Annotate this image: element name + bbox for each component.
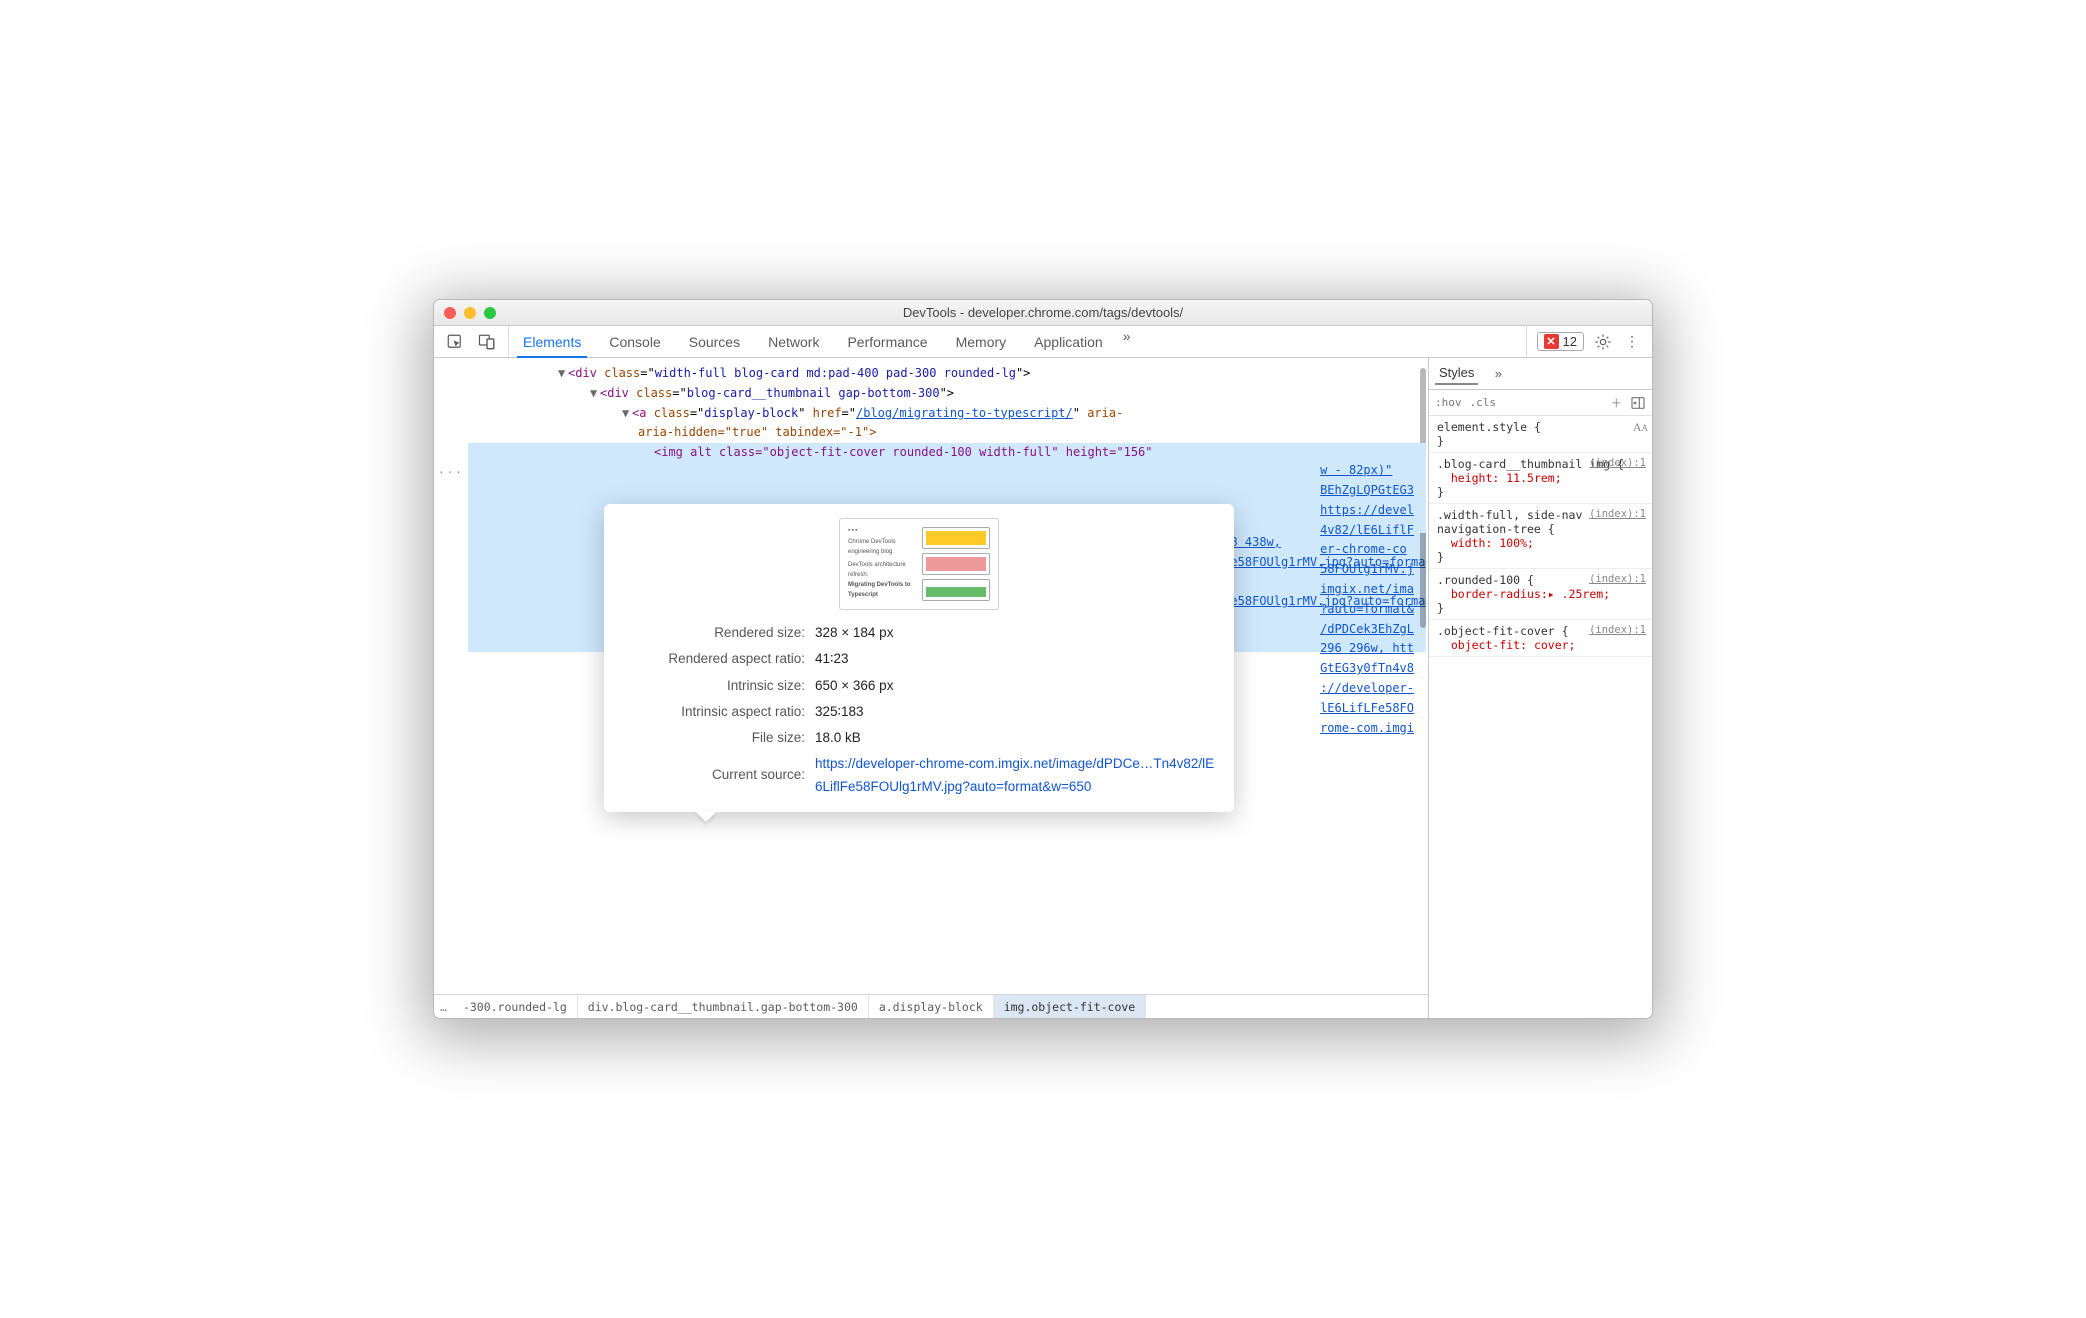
sidebar-toggle-icon[interactable]: [1630, 395, 1646, 411]
mini-block-icon: [922, 527, 990, 549]
filter-cls[interactable]: .cls: [1470, 396, 1497, 409]
tooltip-label: Intrinsic size:: [620, 671, 815, 697]
tooltip-value-link[interactable]: https://developer-chrome-com.imgix.net/i…: [815, 749, 1218, 798]
tooltip-value: 18.0 kB: [815, 723, 1218, 749]
srcset-frag: https://devel: [1320, 501, 1414, 521]
style-rule[interactable]: AA element.style { }: [1429, 416, 1652, 453]
devtools-window: DevTools - developer.chrome.com/tags/dev…: [433, 299, 1653, 1019]
thumb-line: Migrating DevTools to Typescript: [848, 581, 916, 601]
panel-tabs: Elements Console Sources Network Perform…: [509, 326, 1137, 357]
zoom-icon[interactable]: [484, 307, 496, 319]
style-rule[interactable]: (index):1 .blog-card__thumbnail img { he…: [1429, 453, 1652, 504]
breadcrumb-ellipsis-icon[interactable]: …: [434, 1000, 453, 1014]
tooltip-label: File size:: [620, 723, 815, 749]
minimize-icon[interactable]: [464, 307, 476, 319]
srcset-frag: w - 82px)": [1320, 461, 1414, 481]
srcset-frag: BEhZgLQPGtEG3: [1320, 481, 1414, 501]
device-toolbar-icon[interactable]: [478, 333, 496, 351]
error-counter[interactable]: ✕12: [1537, 332, 1584, 351]
class-value: display-block: [704, 406, 798, 420]
rule-body: border-radius:▸ .25rem;: [1451, 587, 1610, 601]
mini-block-icon: [922, 579, 990, 601]
rule-source[interactable]: (index):1: [1589, 457, 1646, 469]
tooltip-label: Rendered size:: [620, 618, 815, 644]
styles-filter-row: :hov .cls ＋: [1429, 390, 1652, 416]
style-rule[interactable]: (index):1 .width-full, side-nav navigati…: [1429, 504, 1652, 569]
tab-elements[interactable]: Elements: [509, 326, 595, 357]
dom-tree[interactable]: ··· ▼<div class="width-full blog-card md…: [434, 358, 1428, 994]
image-hover-tooltip: ● ● ● Chrome DevTools engineering blog D…: [604, 504, 1234, 812]
tooltip-value: 328 × 184 px: [815, 618, 1218, 644]
rule-body: width: 100%;: [1451, 536, 1534, 550]
tooltip-label: Rendered aspect ratio:: [620, 644, 815, 670]
thumb-line: Chrome DevTools engineering blog: [848, 538, 916, 558]
style-rules: AA element.style { } (index):1 .blog-car…: [1429, 416, 1652, 1018]
tooltip-value: 325∶183: [815, 697, 1218, 723]
style-rule[interactable]: (index):1 .object-fit-cover { object-fit…: [1429, 620, 1652, 657]
devtools-toolbar: Elements Console Sources Network Perform…: [434, 326, 1652, 358]
close-icon[interactable]: [444, 307, 456, 319]
rule-source[interactable]: (index):1: [1589, 573, 1646, 585]
rule-selector: .rounded-100: [1437, 573, 1527, 587]
kebab-icon[interactable]: ⋮: [1622, 332, 1642, 352]
gutter-ellipsis-icon[interactable]: ···: [438, 464, 464, 482]
elements-panel: ··· ▼<div class="width-full blog-card md…: [434, 358, 1428, 1018]
gear-icon[interactable]: [1594, 333, 1612, 351]
tooltip-label: Intrinsic aspect ratio:: [620, 697, 815, 723]
tab-styles[interactable]: Styles: [1435, 362, 1478, 385]
rule-source[interactable]: (index):1: [1589, 624, 1646, 636]
attr-trail: aria-hidden="true" tabindex="-1">: [638, 425, 876, 439]
style-rule[interactable]: (index):1 .rounded-100 { border-radius:▸…: [1429, 569, 1652, 620]
rule-selector: element.style: [1437, 420, 1534, 434]
rule-selector: .object-fit-cover: [1437, 624, 1562, 638]
srcset-frag: 58FOUlg1rMV.j: [1320, 560, 1414, 580]
thumb-line: DevTools architecture refresh:: [848, 561, 916, 581]
class-value: blog-card__thumbnail gap-bottom-300: [687, 386, 940, 400]
tab-performance[interactable]: Performance: [833, 326, 941, 357]
srcset-frag: ?auto=format&: [1320, 600, 1414, 620]
srcset-frag: /dPDCek3EhZgL: [1320, 620, 1414, 640]
srcset-frag: ://developer-: [1320, 679, 1414, 699]
tab-network[interactable]: Network: [754, 326, 833, 357]
window-title: DevTools - developer.chrome.com/tags/dev…: [434, 305, 1652, 320]
fonts-icon[interactable]: AA: [1633, 420, 1648, 435]
more-sidetabs-icon[interactable]: »: [1488, 364, 1508, 384]
srcset-frag: lE6LifLFe58FO: [1320, 699, 1414, 719]
tab-console[interactable]: Console: [595, 326, 674, 357]
srcset-frag: 4v82/lE6LiflF: [1320, 521, 1414, 541]
window-titlebar: DevTools - developer.chrome.com/tags/dev…: [434, 300, 1652, 326]
styles-sidebar: Styles » :hov .cls ＋ AA element.style { …: [1428, 358, 1652, 1018]
breadcrumb-item[interactable]: -300.rounded-lg: [453, 995, 578, 1018]
srcset-frag: er-chrome-co: [1320, 540, 1414, 560]
breadcrumb-item-active[interactable]: img.object-fit-cove: [994, 995, 1147, 1018]
tooltip-value: 650 × 366 px: [815, 671, 1218, 697]
error-count: 12: [1563, 334, 1577, 349]
rule-source[interactable]: (index):1: [1589, 508, 1646, 520]
new-rule-icon[interactable]: ＋: [1611, 395, 1623, 411]
tooltip-value: 41∶23: [815, 644, 1218, 670]
mini-block-icon: [922, 553, 990, 575]
tab-memory[interactable]: Memory: [942, 326, 1021, 357]
srcset-frag: rome-com.imgi: [1320, 719, 1414, 739]
rule-body: height: 11.5rem;: [1451, 471, 1562, 485]
class-value: width-full blog-card md:pad-400 pad-300 …: [655, 366, 1016, 380]
srcset-frag: GtEG3y0fTn4v8: [1320, 659, 1414, 679]
rule-body: object-fit: cover;: [1451, 638, 1576, 652]
srcset-frag: 296 296w, htt: [1320, 639, 1414, 659]
filter-hov[interactable]: :hov: [1435, 396, 1462, 409]
breadcrumb-bar: … -300.rounded-lg div.blog-card__thumbna…: [434, 994, 1428, 1018]
tab-application[interactable]: Application: [1020, 326, 1117, 357]
href-value[interactable]: /blog/migrating-to-typescript/: [856, 406, 1073, 420]
srcset-frag: imgix.net/ima: [1320, 580, 1414, 600]
tab-sources[interactable]: Sources: [675, 326, 754, 357]
traffic-lights: [444, 307, 496, 319]
tooltip-label: Current source:: [620, 749, 815, 798]
img-open: <img alt class="object-fit-cover rounded…: [654, 445, 1153, 459]
more-tabs-icon[interactable]: »: [1117, 326, 1137, 346]
inspect-icon[interactable]: [446, 333, 464, 351]
breadcrumb-item[interactable]: div.blog-card__thumbnail.gap-bottom-300: [578, 995, 869, 1018]
rule-selector: .width-full, side-nav navigation-tree: [1437, 508, 1582, 536]
breadcrumb-item[interactable]: a.display-block: [869, 995, 994, 1018]
thumbnail-preview: ● ● ● Chrome DevTools engineering blog D…: [839, 518, 999, 610]
